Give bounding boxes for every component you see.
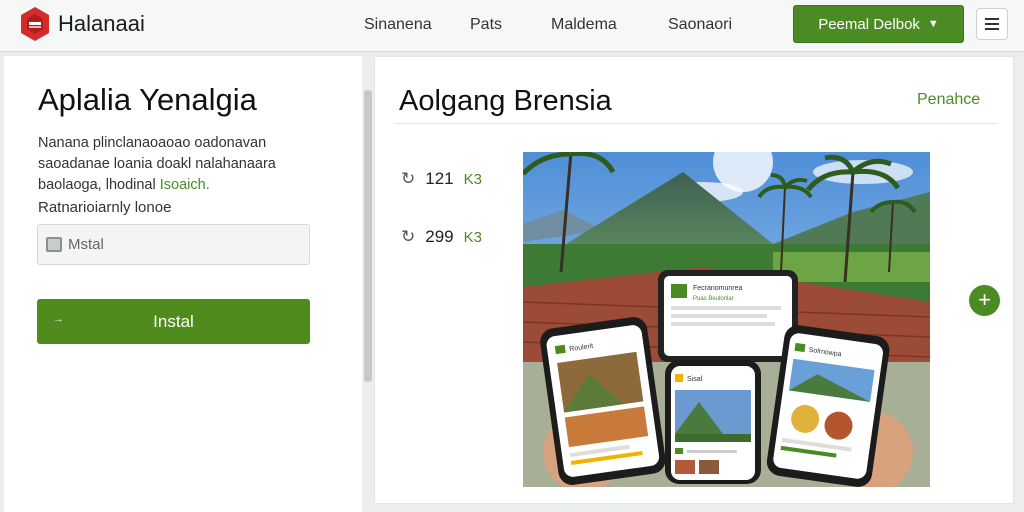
- desc-highlight-link[interactable]: Isoaich.: [160, 177, 210, 193]
- install-button-label: Instal: [153, 311, 194, 331]
- nav-link-2[interactable]: Pats: [470, 16, 502, 34]
- card-title: Aolgang Brensia: [399, 85, 612, 117]
- panel-scrollbar[interactable]: [364, 90, 372, 382]
- tablet-title: Fecranomunrea: [693, 285, 743, 292]
- hamburger-menu-button[interactable]: [976, 8, 1008, 40]
- plus-icon[interactable]: +: [969, 285, 1000, 316]
- left-title: Aplalia Yenalgia: [38, 82, 257, 117]
- hero-image: Fecranomunrea Puas Beulonlar Roulerit Si…: [523, 152, 930, 487]
- top-navigation-bar: Halanaai Sinanena Pats Maldema Saonaori …: [0, 0, 1024, 52]
- desc-line-3: baolaoga, lhodinal: [38, 177, 156, 193]
- desc-line-2: saoadanae loania doakl nalahanaara: [38, 156, 276, 172]
- nav-link-3[interactable]: Maldema: [551, 16, 617, 34]
- tablet-subtitle: Puas Beulonlar: [693, 296, 734, 302]
- desc-line-1: Nanana plinclanaoaoao oadonavan: [38, 135, 267, 151]
- text-input[interactable]: [68, 225, 303, 264]
- stat-value-1: 121: [425, 169, 454, 188]
- brand-logo-icon[interactable]: [20, 6, 50, 42]
- card-divider: [395, 123, 997, 124]
- content-card: Aolgang Brensia Penahce ↻ 121 K3 ↻ 299 K…: [374, 56, 1014, 504]
- stat-row-2: ↻ 299 K3: [401, 227, 482, 247]
- image-icon: [46, 237, 62, 252]
- left-description: Nanana plinclanaoaoao oadonavan saoadana…: [38, 133, 328, 196]
- arrow-right-icon: →: [53, 313, 64, 325]
- nav-link-1[interactable]: Sinanena: [364, 16, 432, 34]
- brand-name[interactable]: Halanaai: [58, 11, 145, 37]
- install-button[interactable]: → Instal: [37, 299, 310, 344]
- share-icon[interactable]: ↻: [401, 169, 415, 189]
- field-label: Ratnarioiarnly lonoe: [38, 199, 172, 216]
- stat-badge-1: K3: [463, 170, 482, 188]
- card-link[interactable]: Penahce: [917, 91, 980, 109]
- hamburger-icon: [985, 18, 999, 20]
- primary-cta-label: Peemal Delbok: [818, 15, 920, 33]
- nav-link-4[interactable]: Saonaori: [668, 16, 732, 34]
- left-panel: Aplalia Yenalgia Nanana plinclanaoaoao o…: [4, 56, 362, 512]
- primary-cta-button[interactable]: Peemal Delbok ▼: [793, 5, 964, 43]
- chevron-down-icon: ▼: [927, 18, 939, 30]
- stat-row-1: ↻ 121 K3: [401, 169, 482, 189]
- stat-badge-2: K3: [463, 228, 482, 246]
- middle-phone-header: Sisal: [687, 376, 703, 383]
- text-input-container[interactable]: [37, 224, 310, 265]
- share-icon[interactable]: ↻: [401, 227, 415, 247]
- stat-value-2: 299: [425, 227, 454, 246]
